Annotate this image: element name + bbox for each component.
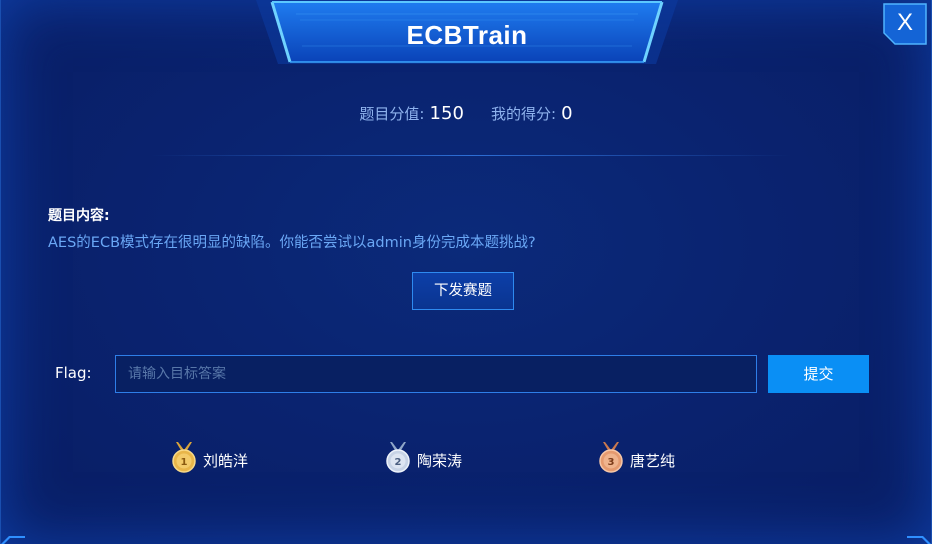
score-line: 题目分值: 150 我的得分: 0 [1, 103, 931, 124]
divider [151, 155, 791, 156]
points-label: 题目分值: [359, 105, 425, 123]
submit-button[interactable]: 提交 [768, 355, 869, 393]
corner-decoration-right [907, 536, 931, 544]
medal-rank: 2 [395, 457, 402, 468]
medal-rank: 3 [608, 457, 615, 468]
silver-medal-icon: 2 [386, 442, 410, 473]
gold-medal-icon: 1 [172, 442, 196, 473]
flag-label: Flag: [55, 364, 92, 382]
challenge-description: AES的ECB模式存在很明显的缺陷。你能否尝试以admin身份完成本题挑战? [48, 235, 536, 251]
close-button[interactable]: X [883, 3, 927, 45]
challenge-dialog: ECBTrain X 题目分值: 150 我的得分: 0 题目内容: AES的E… [0, 0, 932, 544]
my-score-label: 我的得分: [491, 105, 557, 123]
content-heading: 题目内容: [48, 208, 110, 224]
my-score-value: 0 [561, 103, 573, 124]
corner-decoration-left [1, 536, 25, 544]
solver-name: 刘皓洋 [203, 452, 249, 470]
points-value: 150 [429, 103, 464, 124]
close-icon: X [896, 9, 913, 36]
title-plate: ECBTrain [256, 0, 678, 64]
bronze-medal-icon: 3 [599, 442, 623, 473]
medal-rank: 1 [181, 457, 188, 468]
solver-name: 陶荣涛 [417, 452, 463, 470]
dialog-title: ECBTrain [406, 20, 528, 50]
flag-input[interactable] [115, 355, 757, 393]
issue-challenge-button[interactable]: 下发赛题 [412, 272, 514, 310]
solver-name: 唐艺纯 [630, 452, 676, 470]
